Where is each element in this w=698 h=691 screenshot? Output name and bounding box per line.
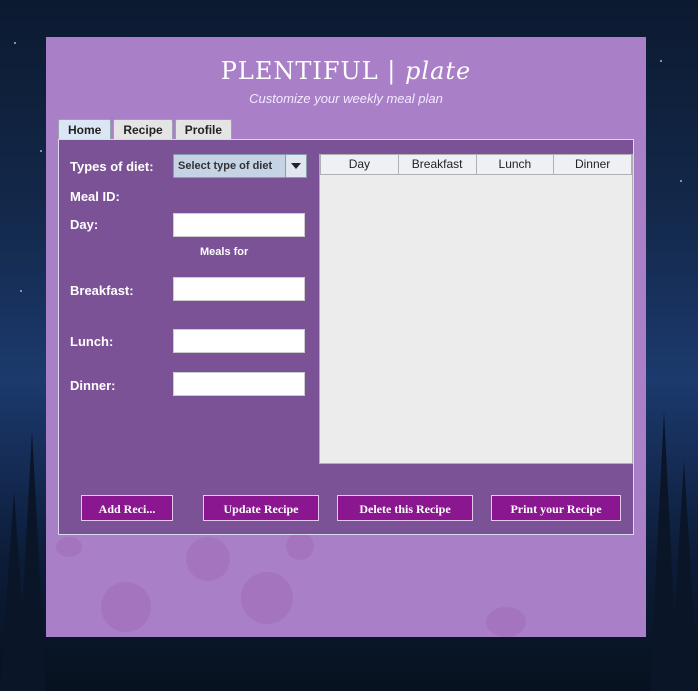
tab-bar: Home Recipe Profile (58, 119, 234, 140)
app-title: PLENTIFUL | plate (46, 57, 646, 85)
day-field[interactable] (173, 213, 305, 237)
app-title-main: PLENTIFUL | (220, 57, 397, 85)
diet-select-value: Select type of diet (178, 160, 273, 172)
print-recipe-button[interactable]: Print your Recipe (491, 495, 621, 521)
raspberry-decoration (241, 572, 293, 624)
app-title-script: plate (405, 57, 472, 85)
breakfast-field[interactable] (173, 277, 305, 301)
chevron-down-icon[interactable] (285, 155, 306, 177)
column-header-lunch[interactable]: Lunch (475, 155, 555, 175)
day-label: Day: (70, 217, 99, 232)
tree-silhouette (18, 431, 46, 691)
app-subtitle: Customize your weekly meal plan (249, 91, 443, 106)
star (680, 180, 682, 182)
column-header-breakfast[interactable]: Breakfast (397, 155, 477, 175)
home-panel: Types of diet: Select type of diet Meal … (58, 139, 634, 535)
star (20, 290, 22, 292)
dinner-label: Dinner: (70, 378, 116, 393)
lunch-field[interactable] (173, 329, 305, 353)
column-header-dinner[interactable]: Dinner (553, 155, 632, 175)
meals-for-label: Meals for (200, 246, 249, 258)
table-header: Day Breakfast Lunch Dinner (320, 155, 632, 175)
delete-recipe-button[interactable]: Delete this Recipe (337, 495, 473, 521)
raspberry-decoration (186, 537, 230, 581)
breakfast-label: Breakfast: (70, 283, 134, 298)
main-window: PLENTIFUL | plate Customize your weekly … (46, 37, 646, 637)
add-recipe-button[interactable]: Add Reci... (81, 495, 173, 521)
update-recipe-button[interactable]: Update Recipe (203, 495, 319, 521)
star (40, 150, 42, 152)
lunch-label: Lunch: (70, 334, 114, 349)
tab-recipe[interactable]: Recipe (113, 119, 173, 140)
star (660, 60, 662, 62)
tree-silhouette (670, 461, 698, 691)
column-header-day[interactable]: Day (320, 155, 399, 175)
dinner-field[interactable] (173, 372, 305, 396)
diet-label: Types of diet: (70, 159, 154, 174)
tab-home[interactable]: Home (58, 119, 112, 140)
tab-profile[interactable]: Profile (174, 119, 233, 140)
meal-id-label: Meal ID: (70, 189, 120, 204)
meal-plan-table[interactable]: Day Breakfast Lunch Dinner (319, 154, 633, 464)
raspberry-decoration (101, 582, 151, 632)
diet-select[interactable]: Select type of diet (173, 154, 307, 178)
raspberry-decoration (286, 532, 314, 560)
raspberry-decoration (56, 537, 82, 557)
star (14, 42, 16, 44)
raspberry-decoration (486, 607, 526, 637)
